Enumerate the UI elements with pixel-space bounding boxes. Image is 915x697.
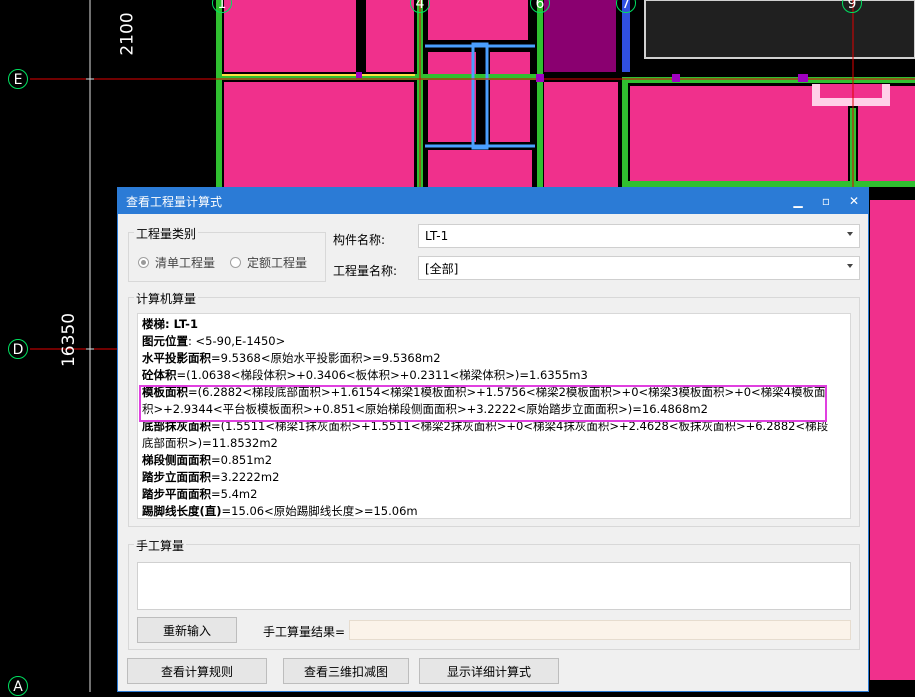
component-name-label: 构件名称: xyxy=(333,233,386,247)
formwork-area-highlight xyxy=(139,385,827,422)
calc-line: 图元位置: <5-90,E-1450> xyxy=(142,334,286,348)
minimize-button[interactable]: ▁ xyxy=(784,188,812,214)
component-name-value: LT-1 xyxy=(425,229,449,243)
axis-bubble-e[interactable]: E xyxy=(8,69,28,89)
view-3d-deduction-button[interactable]: 查看三维扣减图 xyxy=(283,658,409,684)
radio-bill-quantity-label: 清单工程量 xyxy=(155,256,216,270)
calc-line: 踢脚线长度(直)=15.06<原始踢脚线长度>=15.06m xyxy=(142,504,418,518)
calc-line: 踏步平面面积=5.4m2 xyxy=(142,487,258,501)
quantity-type-title: 工程量类别 xyxy=(134,225,199,242)
manual-result-label: 手工算量结果= xyxy=(263,625,346,639)
calc-line: 水平投影面积=9.5368<原始水平投影面积>=9.5368m2 xyxy=(142,351,441,365)
calc-line: 梯段侧面面积=0.851m2 xyxy=(142,453,273,467)
dimension-left: 16350 xyxy=(59,312,80,368)
view-rules-button[interactable]: 查看计算规则 xyxy=(127,658,267,684)
component-name-select[interactable]: LT-1 xyxy=(418,224,860,248)
manual-result-field[interactable] xyxy=(349,620,851,640)
quantity-name-value: [全部] xyxy=(425,261,459,276)
computer-calc-title: 计算机算量 xyxy=(134,290,199,307)
radio-norm-quantity-dot[interactable] xyxy=(230,257,241,268)
manual-calc-input[interactable] xyxy=(137,562,851,610)
manual-calc-title: 手工算量 xyxy=(134,537,187,554)
radio-bill-quantity[interactable]: 清单工程量 xyxy=(138,254,215,271)
calc-line: 底部面积>)=11.8532m2 xyxy=(142,436,278,450)
radio-bill-quantity-dot[interactable] xyxy=(138,257,149,268)
dimension-top: 2100 xyxy=(117,12,138,56)
radio-norm-quantity[interactable]: 定额工程量 xyxy=(230,254,307,271)
axis-bubble-a[interactable]: A xyxy=(8,676,28,696)
maximize-button[interactable]: ▫ xyxy=(812,188,840,214)
reenter-button[interactable]: 重新输入 xyxy=(137,617,237,643)
dialog-title: 查看工程量计算式 xyxy=(126,194,223,209)
calc-line: 楼梯: LT-1 xyxy=(142,317,198,331)
chevron-down-icon xyxy=(847,264,853,268)
dialog-titlebar[interactable]: 查看工程量计算式 ▁ ▫ ✕ xyxy=(118,188,868,214)
axis-bubble-d[interactable]: D xyxy=(8,339,28,359)
calc-line: 砼体积=(1.0638<梯段体积>+0.3406<板体积>+0.2311<梯梁体… xyxy=(142,368,588,382)
quantity-name-select[interactable]: [全部] xyxy=(418,256,860,280)
close-button[interactable]: ✕ xyxy=(840,188,868,214)
show-detail-formula-button[interactable]: 显示详细计算式 xyxy=(419,658,559,684)
void-region xyxy=(644,0,915,59)
radio-norm-quantity-label: 定额工程量 xyxy=(247,256,308,270)
chevron-down-icon xyxy=(847,232,853,236)
quantity-formula-dialog: 查看工程量计算式 ▁ ▫ ✕ 工程量类别 清单工程量 定额工程量 构件名称: L… xyxy=(117,187,869,692)
calc-line: 踏步立面面积=3.2222m2 xyxy=(142,470,280,484)
quantity-name-label: 工程量名称: xyxy=(333,264,398,278)
